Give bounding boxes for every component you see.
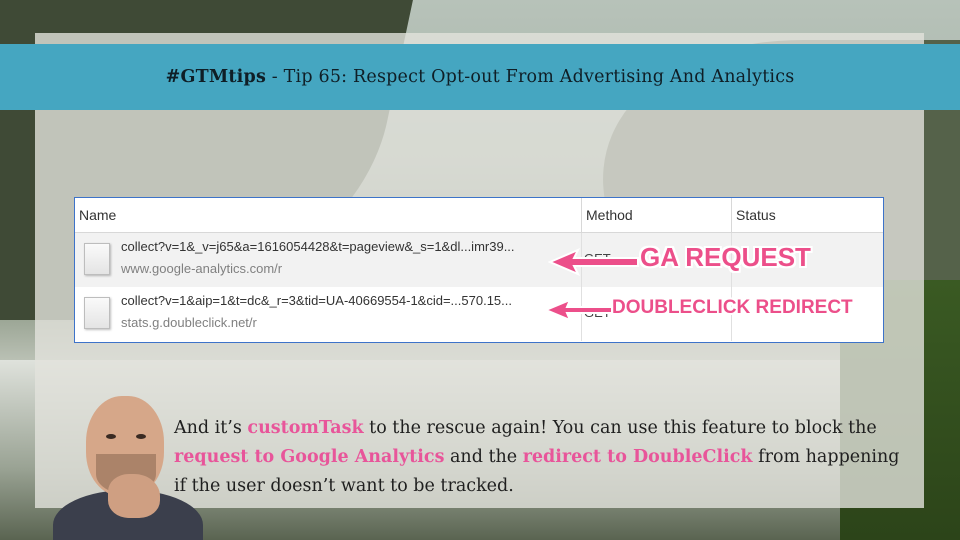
callout-ga-request: GA REQUEST [640,242,811,272]
left-arrow-icon [544,298,613,322]
title-bar: #GTMtips - Tip 65: Respect Opt-out From … [0,44,960,110]
document-icon [84,297,110,329]
description-part: and the [444,447,523,467]
request-host: www.google-analytics.com/r [121,261,283,276]
highlight-request-ga: request to Google Analytics [174,447,445,467]
document-icon [84,243,110,275]
callout-doubleclick-redirect: DOUBLECLICK REDIRECT [612,297,853,318]
highlight-redirect-dc: redirect to DoubleClick [522,447,753,467]
left-arrow-icon [548,248,639,276]
description-text: And it’s customTask to the rescue again!… [174,414,904,501]
column-header-name[interactable]: Name [75,198,581,233]
column-header-status[interactable]: Status [731,198,883,233]
avatar-eye [136,434,146,439]
slide-title: #GTMtips - Tip 65: Respect Opt-out From … [166,67,795,87]
request-url: collect?v=1&aip=1&t=dc&_r=3&tid=UA-40669… [121,293,512,308]
avatar-hand [108,474,160,518]
avatar-eye [106,434,116,439]
request-url: collect?v=1&_v=j65&a=1616054428&t=pagevi… [121,239,515,254]
request-host: stats.g.doubleclick.net/r [121,315,257,330]
title-tag: #GTMtips [165,67,267,87]
column-header-method[interactable]: Method [581,198,731,233]
table-header: Name Method Status [75,198,883,233]
highlight-customtask: customTask [247,418,364,438]
description-part: to the rescue again! You can use this fe… [363,418,877,438]
description-part: And it’s [174,418,248,438]
title-text: - Tip 65: Respect Opt-out From Advertisi… [266,67,795,87]
